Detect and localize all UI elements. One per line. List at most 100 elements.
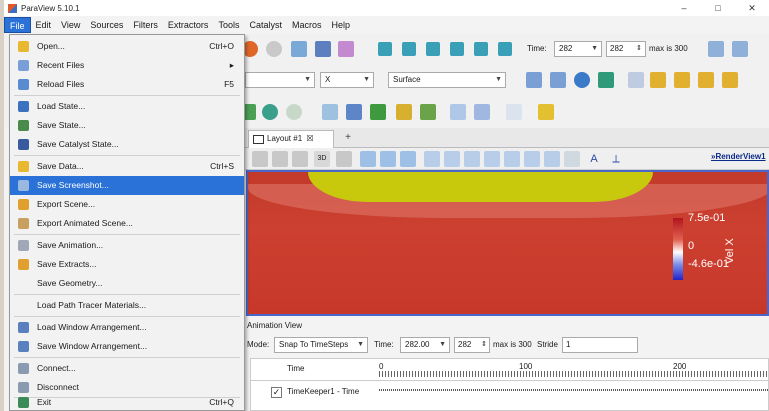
loop-icon[interactable] — [498, 42, 512, 56]
menu-item-save-data[interactable]: Save Data... Ctrl+S — [10, 157, 244, 176]
menu-help[interactable]: Help — [326, 17, 355, 33]
axes-icon[interactable]: ⟂ — [608, 151, 624, 167]
anim-time-combo[interactable]: 282.00 ▼ — [400, 337, 450, 353]
representation-combo[interactable]: Surface ▼ — [388, 72, 506, 88]
reset-camera-icon[interactable] — [291, 41, 307, 57]
stride-input[interactable]: 1 — [562, 337, 638, 353]
menu-item-load-path-tracer-materials[interactable]: Load Path Tracer Materials... — [10, 296, 244, 315]
stream-tracer-icon[interactable] — [420, 104, 436, 120]
color-by-combo[interactable]: ▼ — [245, 72, 315, 88]
hover-points-icon[interactable] — [464, 151, 480, 167]
menu-item-open[interactable]: Open... Ctrl+O — [10, 37, 244, 56]
timestep-spinbox[interactable]: 282 ⇕ — [606, 41, 646, 57]
select-cells-icon[interactable] — [360, 151, 376, 167]
shrink-selection-icon[interactable] — [504, 151, 520, 167]
threshold-icon[interactable] — [346, 104, 362, 120]
slice-icon[interactable] — [322, 104, 338, 120]
render-view[interactable]: 7.5e-01 0 -4.6e-01 Vel X — [246, 170, 769, 316]
menu-item-save-geometry[interactable]: Save Geometry... — [10, 274, 244, 293]
clip-icon[interactable] — [286, 104, 302, 120]
timeline-ruler[interactable] — [379, 371, 769, 377]
menu-file[interactable]: File — [4, 17, 31, 33]
timekeeper-checkbox[interactable]: ✓ — [271, 387, 282, 398]
time-combo[interactable]: 282 ▼ — [554, 41, 602, 57]
camera-icon[interactable] — [292, 151, 308, 167]
palette-icon[interactable] — [338, 41, 354, 57]
menu-item-reload-files[interactable]: Reload Files F5 — [10, 75, 244, 94]
select-polygon-icon[interactable] — [424, 151, 440, 167]
rescale-visible-icon[interactable] — [598, 72, 614, 88]
interactive-select-icon[interactable] — [444, 151, 460, 167]
menu-item-load-state[interactable]: Load State... — [10, 97, 244, 116]
menu-item-save-screenshot[interactable]: Save Screenshot... — [10, 176, 244, 195]
redo-icon[interactable] — [266, 41, 282, 57]
close-window-button[interactable]: ✕ — [735, 0, 769, 16]
menu-filters[interactable]: Filters — [128, 17, 163, 33]
view-plus-x-icon[interactable] — [650, 72, 666, 88]
previous-frame-icon[interactable] — [402, 42, 416, 56]
python-calculator-icon[interactable] — [506, 104, 522, 120]
last-frame-icon[interactable] — [474, 42, 488, 56]
anim-timestep-spinbox[interactable]: 282 ⇕ — [454, 337, 490, 353]
find-data-icon[interactable] — [708, 41, 724, 57]
menu-macros[interactable]: Macros — [287, 17, 327, 33]
menu-catalyst[interactable]: Catalyst — [244, 17, 287, 33]
group-icon[interactable] — [474, 104, 490, 120]
menu-item-save-window-arrangement[interactable]: Save Window Arrangement... — [10, 337, 244, 356]
view-3d-icon[interactable]: 3D — [314, 151, 330, 167]
menu-item-save-state[interactable]: Save State... — [10, 116, 244, 135]
extract-subset-icon[interactable] — [370, 104, 386, 120]
menu-item-save-animation[interactable]: Save Animation... — [10, 236, 244, 255]
clear-selection-icon[interactable] — [524, 151, 540, 167]
render-view-label[interactable]: »RenderView1 — [711, 152, 766, 161]
view-plus-y-icon[interactable] — [698, 72, 714, 88]
select-points-icon[interactable] — [380, 151, 396, 167]
rescale-temporal-icon[interactable] — [574, 72, 590, 88]
menu-view[interactable]: View — [56, 17, 85, 33]
tab-layout-1[interactable]: Layout #1 ☒ — [248, 130, 334, 148]
animation-timeline: Time 0 100 200 ✓ TimeKeeper1 - Time — [250, 358, 769, 411]
capture-screenshot-icon[interactable] — [252, 151, 268, 167]
menu-item-export-animated-scene[interactable]: Export Animated Scene... — [10, 214, 244, 233]
menu-tools[interactable]: Tools — [213, 17, 244, 33]
menu-item-load-window-arrangement[interactable]: Load Window Arrangement... — [10, 318, 244, 337]
mode-combo[interactable]: Snap To TimeSteps ▼ — [274, 337, 368, 353]
zoom-data-icon[interactable] — [315, 41, 331, 57]
menu-item-connect[interactable]: Connect... — [10, 359, 244, 378]
rescale-custom-icon[interactable] — [550, 72, 566, 88]
annotate-icon[interactable]: A — [586, 151, 602, 167]
warp-icon[interactable] — [450, 104, 466, 120]
preview-icon[interactable] — [272, 151, 288, 167]
play-icon[interactable] — [426, 42, 440, 56]
menu-item-exit[interactable]: Exit Ctrl+Q — [10, 393, 244, 411]
rescale-range-icon[interactable] — [526, 72, 542, 88]
menu-item-save-catalyst-state[interactable]: Save Catalyst State... — [10, 135, 244, 154]
menu-item-save-extracts[interactable]: Save Extracts... — [10, 255, 244, 274]
camera-reset-icon[interactable] — [336, 151, 352, 167]
ruler-icon[interactable] — [538, 104, 554, 120]
menu-item-recent-files[interactable]: Recent Files ▸ — [10, 56, 244, 75]
minimize-button[interactable]: – — [667, 0, 701, 16]
maximize-button[interactable]: □ — [701, 0, 735, 16]
menu-item-export-scene[interactable]: Export Scene... — [10, 195, 244, 214]
next-frame-icon[interactable] — [450, 42, 464, 56]
view-minus-x-icon[interactable] — [674, 72, 690, 88]
contour-icon[interactable] — [262, 104, 278, 120]
timekeeper-timesteps[interactable] — [379, 389, 769, 391]
view-minus-y-icon[interactable] — [722, 72, 738, 88]
edit-selection-icon[interactable] — [544, 151, 560, 167]
timekeeper-track: ✓ TimeKeeper1 - Time — [251, 383, 769, 403]
camera-link-icon[interactable] — [628, 72, 644, 88]
close-tab-icon[interactable]: ☒ — [306, 134, 313, 143]
component-combo[interactable]: X ▼ — [320, 72, 374, 88]
glyph-icon[interactable] — [396, 104, 412, 120]
ruler-tool-icon[interactable] — [564, 151, 580, 167]
add-layout-button[interactable]: + — [340, 131, 356, 145]
select-frustum-icon[interactable] — [400, 151, 416, 167]
menu-edit[interactable]: Edit — [31, 17, 57, 33]
grow-selection-icon[interactable] — [484, 151, 500, 167]
menu-sources[interactable]: Sources — [85, 17, 128, 33]
first-frame-icon[interactable] — [378, 42, 392, 56]
query-icon[interactable] — [732, 41, 748, 57]
menu-extractors[interactable]: Extractors — [163, 17, 214, 33]
